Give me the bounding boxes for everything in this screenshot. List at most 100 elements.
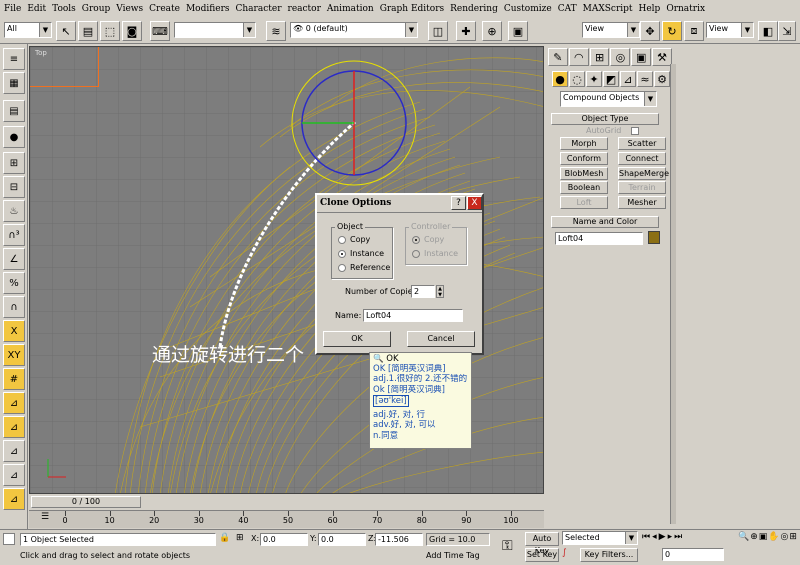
render-setup-button[interactable]: ♨ xyxy=(3,200,25,222)
set-key-button[interactable]: Set Key xyxy=(525,548,559,562)
menu-item-help[interactable]: Help xyxy=(639,4,661,14)
compound-boolean-button[interactable]: Boolean xyxy=(560,181,608,194)
object-name-field[interactable]: Loft04 xyxy=(555,232,643,245)
autogrid-checkbox[interactable] xyxy=(631,126,640,135)
region-select-button[interactable]: ⬚ xyxy=(100,21,120,41)
tab-create[interactable]: ✎ xyxy=(548,48,568,66)
curve-editor-button[interactable]: ▤ xyxy=(3,100,25,122)
close-button[interactable]: X xyxy=(467,196,482,210)
compound-mesher-button[interactable]: Mesher xyxy=(618,196,666,209)
menu-item-edit[interactable]: Edit xyxy=(27,4,46,14)
compound-shapemerge-button[interactable]: ShapeMerge xyxy=(618,167,669,180)
menu-item-animation[interactable]: Animation xyxy=(327,4,374,14)
previous-frame-icon[interactable]: ◂ xyxy=(652,532,657,546)
menu-item-maxscript[interactable]: MAXScript xyxy=(583,4,633,14)
copies-input[interactable]: 2 xyxy=(411,285,435,298)
layers-tool-button[interactable]: ≡ xyxy=(3,48,25,70)
track-bar[interactable]: 0 10 20 30 40 50 60 70 80 90 100 xyxy=(29,510,544,528)
go-to-end-icon[interactable]: ⏭ xyxy=(674,532,682,546)
z-coordinate-field[interactable]: -11.506 xyxy=(375,533,423,546)
add-time-tag-button[interactable]: Add Time Tag xyxy=(426,551,480,560)
select-manipulate-button[interactable]: ⇲ xyxy=(778,21,796,41)
reference-coordinate-dropdown[interactable]: View ▼ xyxy=(582,22,640,38)
snap-pivot-button[interactable]: ⊿ xyxy=(3,392,25,414)
object-type-rollout[interactable]: Object Type xyxy=(551,113,659,125)
key-filters-button[interactable]: Key Filters... xyxy=(580,548,638,562)
select-move-button[interactable]: ✥ xyxy=(640,21,660,41)
menu-item-rendering[interactable]: Rendering xyxy=(450,4,498,14)
tab-modify[interactable]: ◠ xyxy=(568,48,589,66)
maximize-viewport-icon[interactable]: ⊞ xyxy=(789,532,797,564)
current-frame-field[interactable]: 0 xyxy=(662,548,724,561)
object-copy-radio[interactable]: Copy xyxy=(338,235,370,244)
cameras-category[interactable]: ◩ xyxy=(603,71,619,87)
zoom-all-icon[interactable]: ⊕ xyxy=(750,532,758,564)
object-reference-radio[interactable]: Reference xyxy=(338,263,390,272)
percent-snap-button[interactable]: % xyxy=(3,272,25,294)
material-editor-button[interactable]: ● xyxy=(3,126,25,148)
systems-category[interactable]: ⚙ xyxy=(654,71,670,87)
snap-3d-button[interactable]: ∩³ xyxy=(3,224,25,246)
compound-terrain-button[interactable]: Terrain xyxy=(618,181,666,194)
lights-category[interactable]: ✦ xyxy=(586,71,602,87)
viewport-label[interactable]: Top xyxy=(35,49,47,57)
select-layer-button[interactable]: ⊕ xyxy=(482,21,502,41)
compound-scatter-button[interactable]: Scatter xyxy=(618,137,666,150)
category-dropdown[interactable]: Compound Objects ▼ xyxy=(560,91,657,107)
go-to-start-icon[interactable]: ⏮ xyxy=(642,532,650,546)
auto-key-button[interactable]: Auto Key xyxy=(525,532,559,555)
menu-item-group[interactable]: Group xyxy=(82,4,110,14)
trackbar-menu-button[interactable]: ☰ xyxy=(34,512,56,528)
menu-item-reactor[interactable]: reactor xyxy=(288,4,321,14)
geometry-category[interactable]: ● xyxy=(552,71,568,87)
tab-motion[interactable]: ◎ xyxy=(610,48,631,66)
pan-icon[interactable]: ✋ xyxy=(768,532,779,564)
snap-vertex-button[interactable]: ⊿ xyxy=(3,416,25,438)
helpers-category[interactable]: ⊿ xyxy=(620,71,636,87)
maxscript-listener[interactable] xyxy=(3,533,15,545)
x-coordinate-field[interactable]: 0.0 xyxy=(260,533,308,546)
layer-manager-button[interactable]: ≋ xyxy=(266,21,286,41)
set-current-layer-button[interactable]: ▣ xyxy=(508,21,528,41)
orbit-icon[interactable]: ◎ xyxy=(781,532,789,564)
default-in-out-tangent-button[interactable]: ∫ xyxy=(562,548,576,562)
select-rotate-button[interactable]: ↻ xyxy=(662,21,682,41)
shapes-category[interactable]: ◌ xyxy=(569,71,585,87)
named-selection-dropdown[interactable]: ▼ xyxy=(174,22,256,38)
menu-item-ornatrix[interactable]: Ornatrix xyxy=(666,4,705,14)
zoom-extents-icon[interactable]: ▣ xyxy=(759,532,768,564)
key-mode-dropdown[interactable]: Selected ▼ xyxy=(562,531,638,545)
help-button[interactable]: ? xyxy=(451,196,466,210)
panel-scrollbar[interactable] xyxy=(670,64,676,524)
keyboard-shortcut-button[interactable]: ⌨ xyxy=(150,21,170,41)
tab-hierarchy[interactable]: ⊞ xyxy=(589,48,610,66)
hierarchy-button[interactable]: ⊟ xyxy=(3,176,25,198)
play-icon[interactable]: ▶ xyxy=(659,532,666,546)
name-color-rollout[interactable]: Name and Color xyxy=(551,216,659,228)
angle-snap-button[interactable]: ∠ xyxy=(3,248,25,270)
schematic-view-button[interactable]: ⊞ xyxy=(3,152,25,174)
menu-item-tools[interactable]: Tools xyxy=(52,4,76,14)
select-object-button[interactable]: ↖ xyxy=(56,21,76,41)
spacewarps-category[interactable]: ≈ xyxy=(637,71,653,87)
add-to-layer-button[interactable]: ✚ xyxy=(456,21,476,41)
copies-spinner[interactable]: ▲ ▼ xyxy=(436,285,444,298)
set-key-mode-button[interactable]: ⚿ xyxy=(502,538,513,554)
create-layer-button[interactable]: ◫ xyxy=(428,21,448,41)
absolute-mode-button[interactable]: ⊞ xyxy=(236,533,248,545)
select-by-name-button[interactable]: ▤ xyxy=(78,21,98,41)
selection-filter-dropdown[interactable]: All ▼ xyxy=(4,22,52,38)
object-instance-radio[interactable]: Instance xyxy=(338,249,384,258)
pivot-center-button[interactable]: ◧ xyxy=(758,21,778,41)
snap-midpoint-button[interactable]: ⊿ xyxy=(3,464,25,486)
object-color-swatch[interactable] xyxy=(648,231,660,244)
menu-item-cat[interactable]: CAT xyxy=(558,4,577,14)
spinner-snap-button[interactable]: ∩ xyxy=(3,296,25,318)
menu-item-file[interactable]: File xyxy=(4,4,21,14)
lock-selection-button[interactable]: 🔒 xyxy=(219,533,231,545)
ok-button[interactable]: OK xyxy=(323,331,391,347)
snap-endpoint-button[interactable]: ⊿ xyxy=(3,440,25,462)
menu-item-customize[interactable]: Customize xyxy=(504,4,552,14)
snap-edge-button[interactable]: ⊿ xyxy=(3,488,25,510)
compound-loft-button[interactable]: Loft xyxy=(560,196,608,209)
